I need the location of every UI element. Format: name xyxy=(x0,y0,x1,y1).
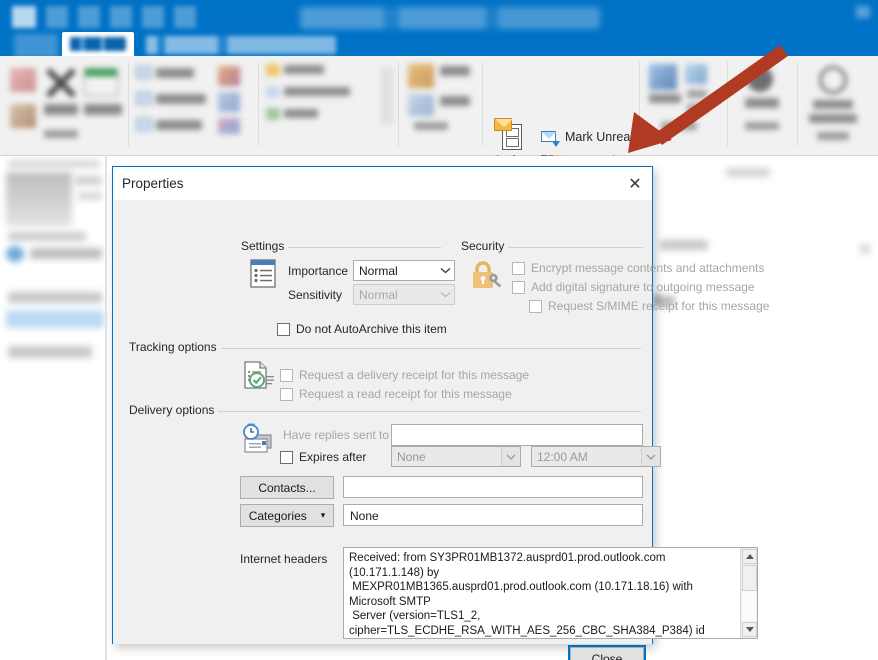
categories-caret-icon[interactable]: ▾ xyxy=(321,510,326,521)
mark-unread-icon xyxy=(541,130,560,147)
redo-icon[interactable] xyxy=(78,6,100,28)
ribbon-group-adobe[interactable] xyxy=(803,64,867,140)
internet-headers-box[interactable]: Received: from SY3PR01MB1372.ausprd01.pr… xyxy=(343,547,758,639)
mark-unread-label: Mark Unread xyxy=(565,130,638,144)
have-replies-sent-to-label: Have replies sent to xyxy=(283,428,390,442)
do-not-autoarchive-box[interactable] xyxy=(277,322,290,336)
smime-receipt-checkbox[interactable]: Request S/MIME receipt for this message xyxy=(529,299,769,313)
read-receipt-box[interactable] xyxy=(280,387,293,401)
close-button[interactable]: Close xyxy=(570,647,644,660)
internet-headers-text[interactable]: Received: from SY3PR01MB1372.ausprd01.pr… xyxy=(344,548,740,638)
do-not-autoarchive-checkbox[interactable]: Do not AutoArchive this item xyxy=(277,322,447,336)
window-title xyxy=(300,7,600,29)
close-icon[interactable]: ✕ xyxy=(622,171,648,197)
expires-date-combobox[interactable]: None xyxy=(391,446,521,467)
mark-unread-button[interactable]: Mark Unread xyxy=(541,126,637,148)
expires-after-checkbox[interactable]: Expires after xyxy=(280,450,366,464)
ribbon-group-zoom[interactable] xyxy=(733,64,793,134)
ribbon-group-quick-steps[interactable] xyxy=(264,62,382,132)
ribbon-group-delete[interactable] xyxy=(4,60,122,138)
delete-icon[interactable] xyxy=(110,6,132,28)
settings-legend: Settings xyxy=(239,239,289,253)
dialog-body: Settings Importance Normal Sensitivity N… xyxy=(113,201,769,660)
delivery-clock-icon xyxy=(241,423,275,455)
outlook-title-bar xyxy=(0,0,878,58)
encrypt-checkbox[interactable]: Encrypt message contents and attachments xyxy=(512,261,764,275)
scrollbar-track[interactable] xyxy=(742,591,756,621)
expires-time-value: 12:00 AM xyxy=(537,449,588,464)
quick-access-toolbar[interactable] xyxy=(12,6,196,28)
ribbon-group-editing[interactable] xyxy=(645,64,723,134)
ribbon-tab-strip[interactable] xyxy=(0,32,878,58)
sensitivity-value: Normal xyxy=(359,287,398,302)
read-receipt-label: Request a read receipt for this message xyxy=(299,387,512,401)
tab-file[interactable] xyxy=(14,34,58,58)
properties-dialog: Properties ✕ Settings Importance Normal … xyxy=(112,166,769,660)
digital-signature-checkbox[interactable]: Add digital signature to outgoing messag… xyxy=(512,280,754,294)
dialog-title: Properties xyxy=(122,176,184,191)
categories-button[interactable]: Categories ▾ xyxy=(240,504,334,527)
screen: Assign Policy▾ Mark Unread Categorize ▾ xyxy=(0,0,878,660)
smime-receipt-box[interactable] xyxy=(529,299,542,313)
do-not-autoarchive-label: Do not AutoArchive this item xyxy=(296,322,447,336)
ribbon-group-move[interactable] xyxy=(404,62,478,134)
read-receipt-checkbox[interactable]: Request a read receipt for this message xyxy=(280,387,512,401)
delivery-options-legend: Delivery options xyxy=(127,403,219,417)
expires-time-chevron-down-icon[interactable] xyxy=(641,447,660,466)
importance-chevron-down-icon[interactable] xyxy=(437,261,454,280)
delivery-receipt-checkbox[interactable]: Request a delivery receipt for this mess… xyxy=(280,368,529,382)
sensitivity-chevron-down-icon xyxy=(437,285,454,304)
expires-date-chevron-down-icon[interactable] xyxy=(501,447,520,466)
ribbon: Assign Policy▾ Mark Unread Categorize ▾ xyxy=(0,56,878,210)
contacts-button[interactable]: Contacts... xyxy=(240,476,334,499)
tab-message[interactable] xyxy=(62,32,134,58)
smime-receipt-label: Request S/MIME receipt for this message xyxy=(548,299,770,313)
expires-after-box[interactable] xyxy=(280,450,293,464)
undo-icon[interactable] xyxy=(46,6,68,28)
lock-icon xyxy=(470,259,504,291)
encrypt-label: Encrypt message contents and attachments xyxy=(531,261,765,275)
expires-time-combobox[interactable]: 12:00 AM xyxy=(531,446,661,467)
tracking-icon xyxy=(243,361,275,391)
categories-button-label: Categories xyxy=(248,508,307,523)
contacts-button-label: Contacts... xyxy=(258,480,316,495)
security-legend: Security xyxy=(459,239,509,253)
settings-icon xyxy=(249,259,277,289)
delivery-receipt-box[interactable] xyxy=(280,368,293,382)
importance-label: Importance xyxy=(288,264,349,278)
save-icon[interactable] xyxy=(12,6,36,28)
sensitivity-combobox[interactable]: Normal xyxy=(353,284,455,305)
dialog-title-bar: Properties ✕ xyxy=(113,167,652,201)
ribbon-group-respond[interactable] xyxy=(134,60,252,138)
expires-after-label: Expires after xyxy=(299,450,367,464)
importance-combobox[interactable]: Normal xyxy=(353,260,455,281)
categories-input[interactable] xyxy=(343,504,643,526)
print-icon[interactable] xyxy=(142,6,164,28)
encrypt-box[interactable] xyxy=(512,261,525,275)
expires-date-value: None xyxy=(397,449,426,464)
have-replies-sent-to-input[interactable] xyxy=(391,424,643,446)
window-controls[interactable] xyxy=(856,6,870,18)
importance-value: Normal xyxy=(359,263,398,278)
internet-headers-scrollbar[interactable] xyxy=(740,548,757,638)
internet-headers-label: Internet headers xyxy=(240,552,328,566)
scroll-up-icon[interactable] xyxy=(742,549,757,564)
contacts-input[interactable] xyxy=(343,476,643,498)
delivery-receipt-label: Request a delivery receipt for this mess… xyxy=(299,368,530,382)
close-button-label: Close xyxy=(591,652,623,660)
tell-me-search-box[interactable] xyxy=(146,36,336,54)
assign-policy-icon xyxy=(494,118,528,152)
digital-signature-box[interactable] xyxy=(512,280,525,294)
minimize-icon[interactable] xyxy=(856,6,870,18)
tracking-options-legend: Tracking options xyxy=(127,340,221,354)
sensitivity-label: Sensitivity xyxy=(288,288,343,302)
scroll-down-icon[interactable] xyxy=(742,622,757,637)
customize-qat-icon[interactable] xyxy=(174,6,196,28)
scrollbar-thumb[interactable] xyxy=(742,565,757,591)
reading-pane-divider xyxy=(105,156,107,660)
digital-signature-label: Add digital signature to outgoing messag… xyxy=(531,280,755,294)
tab-message-label xyxy=(70,37,126,51)
